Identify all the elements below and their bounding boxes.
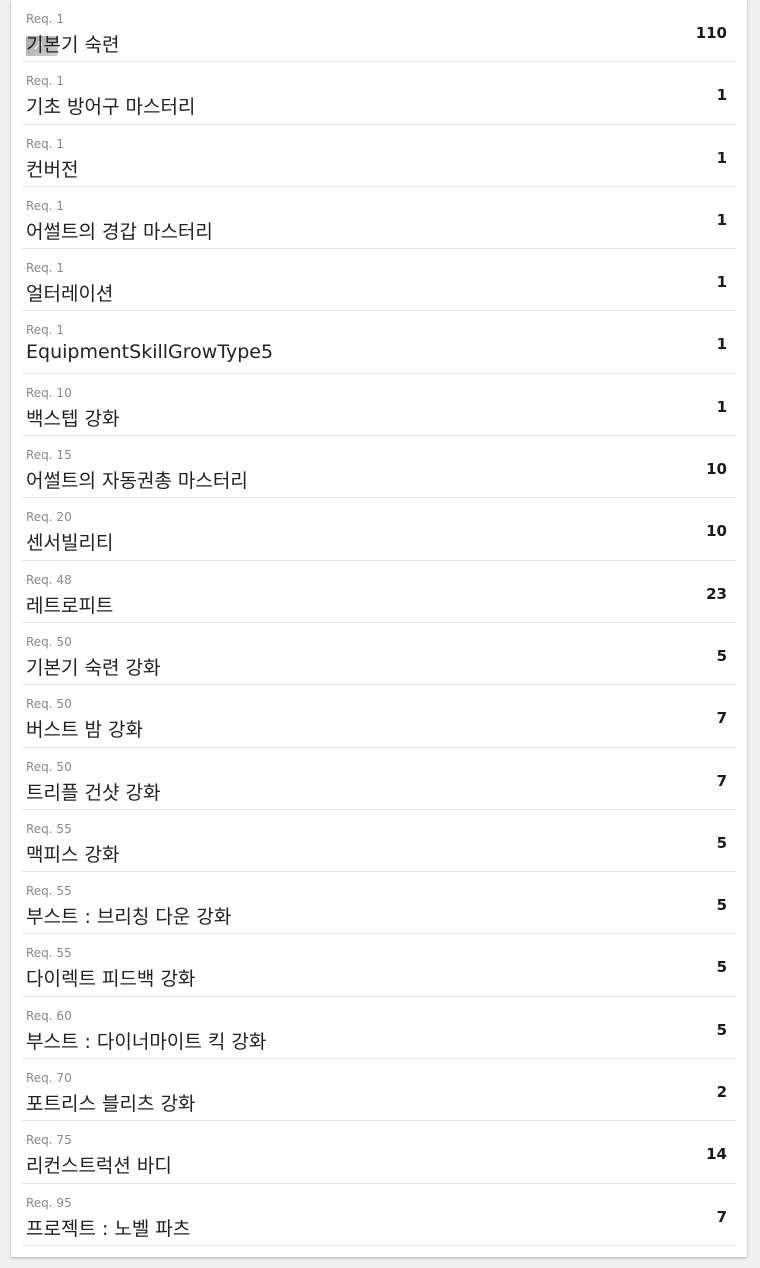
skill-name: 버스트 밤 강화 [26,719,143,742]
required-level: Req. 50 [26,634,72,649]
skill-name: 얼터레이션 [26,283,114,306]
skill-level: 1 [716,397,727,416]
skill-level: 2 [716,1083,727,1102]
required-level: Req. 15 [26,448,72,463]
list-item[interactable]: Req. 1 얼터레이션 1 [22,249,736,312]
required-level: Req. 1 [26,323,65,338]
skill-list: Req. 1 기본기 숙련 110 Req. 1 기초 방어구 마스터리 1 R… [11,0,747,1246]
list-item[interactable]: Req. 95 프로젝트 : 노벨 파츠 7 [22,1184,736,1246]
list-item[interactable]: Req. 75 리컨스트럭션 바디 14 [22,1121,736,1184]
required-level: Req. 10 [26,385,72,400]
required-level: Req. 95 [26,1195,72,1210]
skill-list-card: Req. 1 기본기 숙련 110 Req. 1 기초 방어구 마스터리 1 R… [11,0,747,1257]
required-level: Req. 50 [26,697,72,712]
skill-level: 10 [706,460,727,479]
required-level: Req. 55 [26,946,72,961]
list-item[interactable]: Req. 50 버스트 밤 강화 7 [22,685,736,748]
skill-level: 1 [716,273,727,292]
required-level: Req. 55 [26,884,72,899]
list-item[interactable]: Req. 55 부스트 : 브리칭 다운 강화 5 [22,872,736,935]
skill-name: 프로젝트 : 노벨 파츠 [26,1217,191,1240]
list-item[interactable]: Req. 55 맥피스 강화 5 [22,810,736,873]
list-item[interactable]: Req. 55 다이렉트 피드백 강화 5 [22,934,736,997]
required-level: Req. 48 [26,572,72,587]
skill-name: 부스트 : 브리칭 다운 강화 [26,906,232,929]
required-level: Req. 20 [26,510,72,525]
skill-name: 다이렉트 피드백 강화 [26,968,196,991]
skill-level: 1 [716,148,727,167]
skill-level: 5 [716,896,727,915]
required-level: Req. 1 [26,136,65,151]
skill-level: 7 [716,1207,727,1226]
required-level: Req. 70 [26,1071,72,1086]
list-item[interactable]: Req. 1 어썰트의 경갑 마스터리 1 [22,187,736,250]
skill-name: 리컨스트럭션 바디 [26,1155,172,1178]
skill-name: 컨버전 [26,158,79,181]
skill-name: 어썰트의 자동권총 마스터리 [26,470,248,493]
skill-name: 어썰트의 경갑 마스터리 [26,220,213,243]
skill-level: 1 [716,335,727,354]
required-level: Req. 75 [26,1133,72,1148]
skill-name: EquipmentSkillGrowType5 [26,341,274,364]
skill-level: 5 [716,833,727,852]
list-item[interactable]: Req. 15 어썰트의 자동권총 마스터리 10 [22,436,736,499]
skill-level: 10 [706,522,727,541]
list-item[interactable]: Req. 10 백스텝 강화 1 [22,374,736,437]
list-item[interactable]: Req. 1 EquipmentSkillGrowType5 1 [22,311,736,374]
skill-name: 백스텝 강화 [26,407,120,430]
skill-level: 7 [716,709,727,728]
skill-name: 레트로피트 [26,594,114,617]
list-item[interactable]: Req. 20 센서빌리티 10 [22,498,736,561]
required-level: Req. 55 [26,821,72,836]
skill-name: 기본기 숙련 [26,34,120,56]
required-level: Req. 50 [26,759,72,774]
list-item[interactable]: Req. 50 트리플 건샷 강화 7 [22,748,736,810]
skill-level: 5 [716,646,727,665]
skill-name: 기초 방어구 마스터리 [26,96,196,119]
skill-name: 트리플 건샷 강화 [26,781,161,804]
skill-level: 5 [716,1020,727,1039]
skill-name: 센서빌리티 [26,532,114,555]
list-item[interactable]: Req. 1 기본기 숙련 110 [22,0,736,63]
skill-level: 23 [706,584,727,603]
skill-level: 7 [716,771,727,790]
skill-level: 14 [706,1145,727,1164]
list-item[interactable]: Req. 60 부스트 : 다이너마이트 킥 강화 5 [22,997,736,1060]
skill-name: 포트리스 블리츠 강화 [26,1093,196,1116]
list-item[interactable]: Req. 48 레트로피트 23 [22,561,736,623]
required-level: Req. 1 [26,198,65,213]
skill-level: 110 [695,24,727,42]
skill-name: 기본기 숙련 강화 [26,656,161,679]
required-level: Req. 1 [26,12,65,26]
list-item[interactable]: Req. 1 컨버전 1 [22,125,736,187]
list-item[interactable]: Req. 70 포트리스 블리츠 강화 2 [22,1059,736,1122]
required-level: Req. 1 [26,261,65,276]
required-level: Req. 1 [26,74,65,89]
skill-level: 1 [716,210,727,229]
skill-level: 1 [716,86,727,105]
required-level: Req. 60 [26,1008,72,1023]
skill-name: 맥피스 강화 [26,843,120,866]
skill-level: 5 [716,958,727,977]
skill-name: 부스트 : 다이너마이트 킥 강화 [26,1030,267,1053]
list-item[interactable]: Req. 50 기본기 숙련 강화 5 [22,623,736,686]
list-item[interactable]: Req. 1 기초 방어구 마스터리 1 [22,62,736,125]
